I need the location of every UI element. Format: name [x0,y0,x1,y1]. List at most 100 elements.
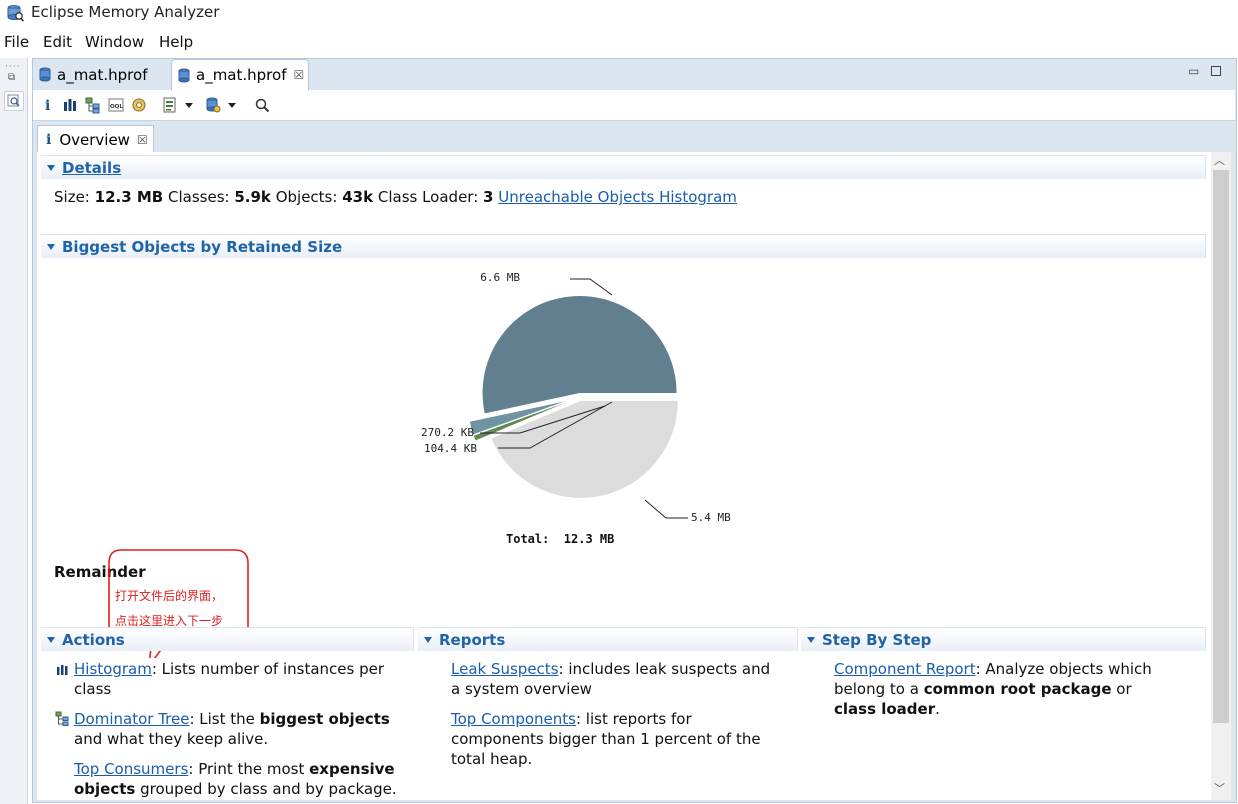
close-icon[interactable]: ☒ [137,133,148,147]
memory-analyzer-app-icon [7,5,24,22]
classes-label: Classes: [168,188,230,206]
trim-grip-icon[interactable]: ···· [5,62,20,72]
collapse-triangle-icon[interactable] [47,636,55,643]
component-report-link[interactable]: Component Report [834,660,976,678]
consumers-description-2: grouped by class and by package. [135,780,397,798]
tab-a-mat-hprof-2[interactable]: a_mat.hprof ☒ [171,59,309,90]
biggest-objects-title: Biggest Objects by Retained Size [62,237,343,256]
report-top-components: Top Components: list reports for compone… [451,709,781,769]
inspector-view-icon[interactable] [4,91,24,111]
dominator-tree-link[interactable]: Dominator Tree [74,710,189,728]
collapse-triangle-icon[interactable] [424,636,432,643]
info-icon[interactable]: i [39,96,57,114]
dominator-tree-icon [55,711,69,726]
objects-label: Objects: [275,188,338,206]
tab-a-mat-hprof-1[interactable]: a_mat.hprof [33,60,167,89]
minimize-icon[interactable]: ▭ [1188,64,1199,78]
pie-slice-label: 6.6 MB [480,271,520,284]
action-top-consumers: Top Consumers: Print the most expensive … [74,759,404,799]
classes-value: 5.9k [234,188,271,206]
collapse-triangle-icon[interactable] [807,636,815,643]
menu-bar: File Edit Window Help [0,30,1238,54]
histogram-icon[interactable] [61,96,79,114]
class-loader-value: 3 [483,188,494,206]
details-summary: Size: 12.3 MB Classes: 5.9k Objects: 43k… [54,187,737,207]
dominator-description-1: : List the [189,710,260,728]
collapse-triangle-icon[interactable] [47,164,55,171]
menu-edit[interactable]: Edit [43,33,72,51]
editor-tab-bar: a_mat.hprof a_mat.hprof ☒ [33,59,1235,90]
menu-help[interactable]: Help [159,33,193,51]
histogram-icon [57,665,68,675]
scroll-up-icon[interactable]: ︿ [1214,152,1225,168]
search-icon[interactable] [253,96,271,114]
editor-toolbar: i OQL [33,90,1235,121]
pie-slice-label: 5.4 MB [691,511,731,524]
database-icon [39,67,51,82]
overview-tab-bar: i Overview ☒ [33,122,1235,153]
pie-slice-label: 270.2 KB [421,426,474,439]
oql-icon[interactable]: OQL [107,96,125,114]
actions-section-header[interactable]: Actions [41,627,414,651]
group-by-icon[interactable] [204,96,222,114]
svg-text:OQL: OQL [110,104,123,110]
component-description-2: or [1111,680,1132,698]
pie-leader-line [570,278,613,296]
component-description-bold-1: common root package [923,680,1112,698]
collapse-triangle-icon[interactable] [47,243,55,250]
class-loader-label: Class Loader: [377,188,479,206]
menu-file[interactable]: File [4,33,29,51]
maximize-icon[interactable] [1211,66,1221,76]
pie-slice[interactable] [482,296,677,414]
size-value: 12.3 MB [94,188,164,206]
tab-label: a_mat.hprof [196,66,287,84]
pie-total-label: Total: 12.3 MB [506,532,614,546]
window-title: Eclipse Memory Analyzer [31,3,220,21]
scroll-down-icon[interactable]: ﹀ [1214,780,1225,796]
query-browser-icon[interactable] [161,96,179,114]
step-by-step-section-header[interactable]: Step By Step [801,627,1206,651]
pie-slice-label: 104.4 KB [424,442,477,455]
database-icon [178,68,190,82]
objects-value: 43k [342,188,374,206]
dropdown-icon[interactable] [226,96,238,114]
size-label: Size: [54,188,90,206]
dominator-description-2: and what they keep alive. [74,730,269,748]
leak-suspects-link[interactable]: Leak Suspects [451,660,559,678]
reports-title: Reports [439,630,506,649]
restore-icon[interactable]: ⧉ [8,73,18,83]
tab-overview[interactable]: i Overview ☒ [37,125,154,153]
top-consumers-link[interactable]: Top Consumers [74,760,188,778]
consumers-description-1: : Print the most [188,760,310,778]
actions-title: Actions [62,630,125,649]
dominator-description-bold: biggest objects [259,710,390,728]
component-description-bold-2: class loader [834,700,936,718]
top-components-link[interactable]: Top Components [451,710,576,728]
annotation-line-1: 打开文件后的界面， [115,589,224,603]
biggest-objects-section-header[interactable]: Biggest Objects by Retained Size [41,234,1206,258]
retained-size-pie-chart[interactable]: 6.6 MB 270.2 KB 104.4 KB 5.4 MB Total: 12.3… [400,260,760,550]
dropdown-icon[interactable] [183,96,195,114]
action-dominator-tree: Dominator Tree: List the biggest objects… [74,709,404,749]
tab-label: Overview [59,130,130,149]
action-histogram: Histogram: Lists number of instances per… [74,659,404,699]
close-icon[interactable]: ☒ [293,68,304,82]
heap-dump-overview-icon[interactable] [130,96,148,114]
step-component-report: Component Report: Analyze objects which … [834,659,1164,719]
details-section-header[interactable]: Details [41,155,1206,179]
menu-window[interactable]: Window [85,33,144,51]
reports-section-header[interactable]: Reports [418,627,798,651]
unreachable-objects-histogram-link[interactable]: Unreachable Objects Histogram [498,188,737,206]
report-leak-suspects: Leak Suspects: includes leak suspects an… [451,659,781,699]
left-trim-bar [0,58,28,804]
svg-text:i: i [45,98,50,114]
details-title[interactable]: Details [62,159,121,177]
info-icon: i [46,131,52,148]
tab-label: a_mat.hprof [57,65,148,84]
pie-leader-line [644,499,688,519]
component-description-3: . [935,700,940,718]
step-by-step-title: Step By Step [822,630,932,649]
scrollbar-thumb[interactable] [1213,170,1229,723]
histogram-link[interactable]: Histogram [74,660,152,678]
dominator-tree-icon[interactable] [84,96,102,114]
